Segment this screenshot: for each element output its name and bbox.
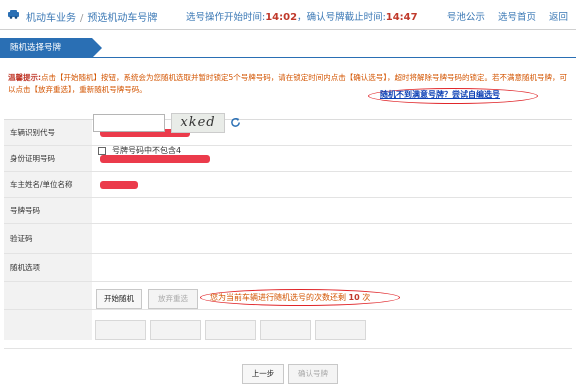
start-time-value: 14:02 [265, 12, 298, 23]
form-row-random-options: 随机选项 [4, 254, 572, 282]
start-random-button[interactable]: 开始随机 [96, 289, 142, 309]
form-row-id-number: 身份证明号码 [4, 146, 572, 172]
nav-selection-home-link[interactable]: 选号首页 [498, 12, 536, 23]
car-icon [8, 10, 19, 19]
nav-back-link[interactable]: 返回 [549, 12, 568, 23]
section-divider [0, 57, 576, 58]
plate-slot[interactable] [205, 320, 256, 340]
tip-label: 温馨提示: [8, 73, 41, 82]
confirm-deadline-value: 14:47 [385, 12, 418, 23]
slots-label-cell [4, 310, 92, 340]
remaining-count: 10 [348, 293, 360, 302]
remaining-suffix: 次 [362, 293, 371, 302]
actions-label-cell [4, 282, 92, 309]
breadcrumb-current: 预选机动车号牌 [87, 13, 158, 24]
vehicle-form: 车辆识别代号 身份证明号码 车主姓名/单位名称 号牌号码 验证码 随机选项 [4, 119, 572, 340]
breadcrumb: 机动车业务 / 预选机动车号牌 [26, 9, 157, 24]
custom-selection-link[interactable]: 随机不到满意号牌？尝试自编选号 [380, 89, 500, 101]
abandon-reselect-button[interactable]: 放弃重选 [148, 289, 198, 309]
time-info: 选号操作开始时间:14:02，确认号牌截止时间:14:47 [186, 12, 418, 23]
plate-slot[interactable] [150, 320, 201, 340]
random-options-label: 随机选项 [4, 254, 92, 281]
owner-name-label: 车主姓名/单位名称 [4, 172, 92, 197]
plate-slot[interactable] [95, 320, 146, 340]
plate-number-label: 号牌号码 [4, 198, 92, 223]
captcha-image: xked [171, 113, 225, 133]
top-nav: 号池公示 选号首页 返回 [437, 9, 568, 23]
section-title-tab: 随机选择号牌 [0, 38, 102, 58]
captcha-label: 验证码 [4, 224, 92, 253]
nav-pool-notice-link[interactable]: 号池公示 [447, 12, 485, 23]
refresh-captcha-icon[interactable] [230, 117, 241, 128]
top-bar: 机动车业务 / 预选机动车号牌 选号操作开始时间:14:02，确认号牌截止时间:14… [0, 0, 576, 30]
confirm-plate-button[interactable]: 确认号牌 [288, 364, 338, 384]
prev-step-button[interactable]: 上一步 [242, 364, 284, 384]
form-row-plate-number: 号牌号码 [4, 198, 572, 224]
remaining-prefix: 您为当前车辆进行随机选号的次数还剩 [210, 293, 346, 302]
plate-slot[interactable] [260, 320, 311, 340]
exclude-four-checkbox[interactable] [98, 147, 106, 155]
captcha-input[interactable] [93, 114, 165, 132]
form-row-owner-name: 车主姓名/单位名称 [4, 172, 572, 198]
form-row-captcha: 验证码 [4, 224, 572, 254]
start-time-label: 选号操作开始时间: [186, 12, 266, 23]
plate-slot[interactable] [315, 320, 366, 340]
form-row-vin: 车辆识别代号 [4, 120, 572, 146]
confirm-deadline-label: 确认号牌截止时间: [306, 12, 386, 23]
vin-label: 车辆识别代号 [4, 120, 92, 145]
owner-name-value-redacted [100, 172, 138, 197]
tip-box: 温馨提示:点击【开始随机】按钮，系统会为您随机选取并暂时锁定5个号牌号码，请在锁… [8, 72, 568, 104]
bottom-divider [4, 348, 572, 349]
breadcrumb-separator: / [80, 13, 84, 24]
breadcrumb-root[interactable]: 机动车业务 [26, 13, 76, 24]
id-number-label: 身份证明号码 [4, 146, 92, 171]
exclude-four-label: 号牌号码中不包含4 [112, 146, 182, 155]
remaining-attempts-text: 您为当前车辆进行随机选号的次数还剩 10 次 [210, 292, 370, 303]
